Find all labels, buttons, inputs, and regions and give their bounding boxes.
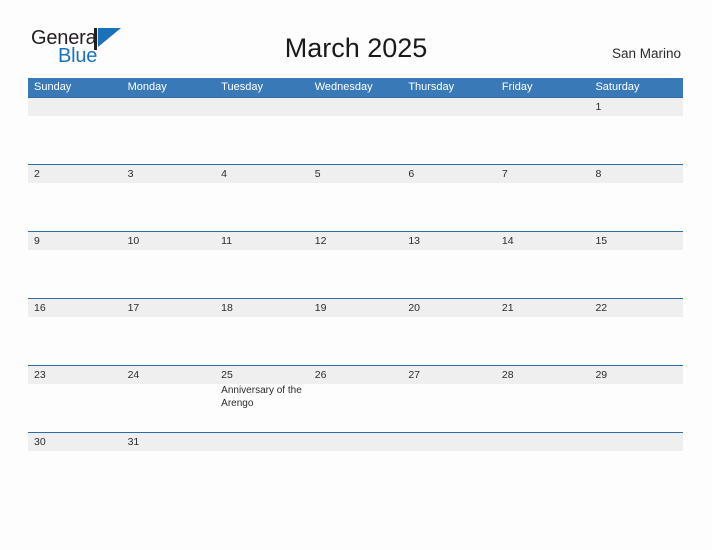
day-cell-11[interactable]: 11 <box>215 232 309 298</box>
day-cell-14[interactable]: 14 <box>496 232 590 298</box>
day-cell-1[interactable]: 1 <box>589 98 683 164</box>
day-number: 5 <box>314 168 321 180</box>
day-number: 14 <box>501 235 514 247</box>
day-cell-empty[interactable] <box>309 433 403 477</box>
day-number: 25 <box>221 369 233 381</box>
day-number: 11 <box>221 235 233 247</box>
day-cell-16[interactable]: 16 <box>28 299 122 365</box>
day-number: 18 <box>221 302 233 314</box>
calendar-grid: Sunday Monday Tuesday Wednesday Thursday Frid… <box>28 78 683 477</box>
day-cell-6[interactable]: 6 <box>402 165 496 231</box>
day-number: 28 <box>501 369 514 381</box>
calendar-week-row: 30 31 <box>28 432 683 477</box>
day-events: Anniversary of the Arengo <box>221 385 303 410</box>
day-number: 22 <box>595 302 608 314</box>
day-cell-4[interactable]: 4 <box>215 165 309 231</box>
day-cell-12[interactable]: 12 <box>309 232 403 298</box>
day-number: 6 <box>408 168 415 180</box>
day-cell-30[interactable]: 30 <box>28 433 122 477</box>
day-cell-26[interactable]: 26 <box>309 366 403 432</box>
day-cell-empty[interactable] <box>402 98 496 164</box>
day-cell-9[interactable]: 9 <box>28 232 122 298</box>
day-number: 3 <box>127 168 134 180</box>
day-cell-5[interactable]: 5 <box>309 165 403 231</box>
day-number: 15 <box>595 235 608 247</box>
day-number: 13 <box>408 235 420 247</box>
day-cell-8[interactable]: 8 <box>589 165 683 231</box>
day-number: 30 <box>34 436 46 448</box>
weekday-header-tuesday: Tuesday <box>221 81 263 93</box>
day-cell-27[interactable]: 27 <box>402 366 496 432</box>
calendar-week-row: 9 10 11 12 13 14 15 <box>28 231 683 298</box>
day-cell-empty[interactable] <box>309 98 403 164</box>
day-number: 24 <box>127 369 140 381</box>
day-cell-2[interactable]: 2 <box>28 165 122 231</box>
calendar-week-row: 1 <box>28 97 683 164</box>
weekday-header-row: Sunday Monday Tuesday Wednesday Thursday Frid… <box>28 78 683 97</box>
day-cell-13[interactable]: 13 <box>402 232 496 298</box>
day-number: 31 <box>127 436 140 448</box>
day-number: 17 <box>127 302 140 314</box>
day-cell-31[interactable]: 31 <box>122 433 216 477</box>
day-cell-23[interactable]: 23 <box>28 366 122 432</box>
day-cell-21[interactable]: 21 <box>496 299 590 365</box>
calendar-week-row: 2 3 4 5 6 7 8 <box>28 164 683 231</box>
calendar-week-row: 23 24 25 Anniversary of the Arengo 26 27 28 29 <box>28 365 683 432</box>
day-cell-28[interactable]: 28 <box>496 366 590 432</box>
day-cell-25[interactable]: 25 Anniversary of the Arengo <box>215 366 309 432</box>
day-cell-10[interactable]: 10 <box>122 232 216 298</box>
weekday-header-wednesday: Wednesday <box>314 81 373 93</box>
day-number: 29 <box>595 369 608 381</box>
day-number: 27 <box>408 369 420 381</box>
day-cell-24[interactable]: 24 <box>122 366 216 432</box>
day-cell-22[interactable]: 22 <box>589 299 683 365</box>
day-cell-29[interactable]: 29 <box>589 366 683 432</box>
day-number: 21 <box>501 302 514 314</box>
day-cell-empty[interactable] <box>122 98 216 164</box>
weekday-header-thursday: Thursday <box>408 81 455 93</box>
day-number: 9 <box>34 235 40 247</box>
day-number: 12 <box>314 235 327 247</box>
day-number: 23 <box>34 369 46 381</box>
weekday-header-sunday: Sunday <box>34 81 72 93</box>
day-cell-empty[interactable] <box>215 433 309 477</box>
day-number: 20 <box>408 302 420 314</box>
day-cell-3[interactable]: 3 <box>122 165 216 231</box>
day-cell-empty[interactable] <box>496 98 590 164</box>
day-cell-20[interactable]: 20 <box>402 299 496 365</box>
day-cell-7[interactable]: 7 <box>496 165 590 231</box>
page-title: March 2025 <box>284 33 428 63</box>
day-number: 1 <box>595 101 602 113</box>
calendar-weeks: 1 2 3 4 5 6 7 8 9 10 11 12 13 14 15 16 17 18 19 20 21 22 23 24 2… <box>28 97 683 477</box>
weekday-header-friday: Friday <box>501 81 533 93</box>
page-header: General Blue March 2025 San Marino <box>0 0 712 67</box>
location-label: San Marino <box>611 46 681 61</box>
day-number: 10 <box>127 235 140 247</box>
day-number: 8 <box>595 168 602 180</box>
day-cell-empty[interactable] <box>402 433 496 477</box>
event-label[interactable]: Anniversary of the Arengo <box>221 385 303 410</box>
day-cell-19[interactable]: 19 <box>309 299 403 365</box>
day-number: 7 <box>501 168 508 180</box>
day-number: 4 <box>221 168 227 180</box>
day-cell-15[interactable]: 15 <box>589 232 683 298</box>
day-number: 26 <box>314 369 327 381</box>
weekday-header-monday: Monday <box>127 81 167 93</box>
day-number: 2 <box>34 168 40 180</box>
weekday-header-saturday: Saturday <box>595 81 640 93</box>
day-cell-empty[interactable] <box>215 98 309 164</box>
day-number: 16 <box>34 302 46 314</box>
calendar-week-row: 16 17 18 19 20 21 22 <box>28 298 683 365</box>
day-cell-17[interactable]: 17 <box>122 299 216 365</box>
day-cell-empty[interactable] <box>589 433 683 477</box>
day-cell-empty[interactable] <box>496 433 590 477</box>
day-number: 19 <box>314 302 327 314</box>
day-cell-empty[interactable] <box>28 98 122 164</box>
day-cell-18[interactable]: 18 <box>215 299 309 365</box>
